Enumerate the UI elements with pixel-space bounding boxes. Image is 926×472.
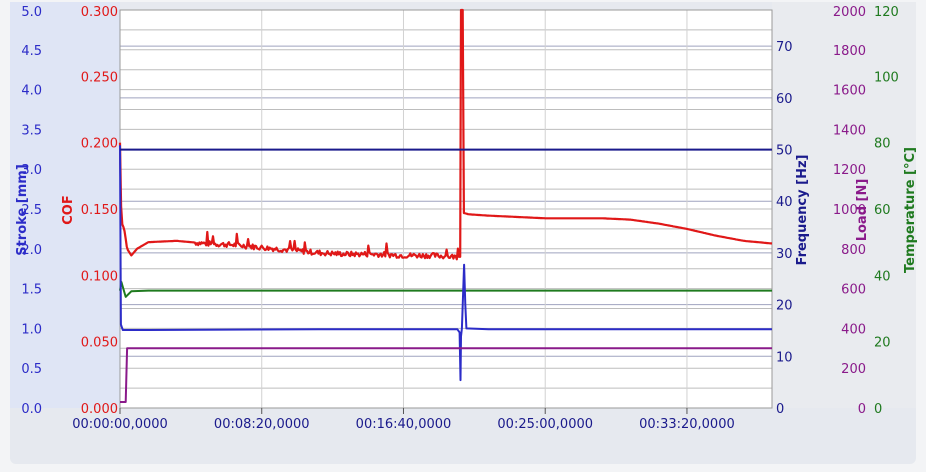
tick-label-cof: 0.150 bbox=[81, 203, 118, 218]
x-tick-label: 00:33:20,0000 bbox=[639, 417, 735, 432]
x-tick-label: 00:08:20,0000 bbox=[214, 417, 310, 432]
tick-label-cof: 0.300 bbox=[81, 5, 118, 20]
tick-label-stroke: 1.0 bbox=[21, 322, 42, 337]
axis-title-load: Load [N] bbox=[855, 179, 870, 242]
tick-label-temperature: 40 bbox=[874, 269, 891, 284]
tick-label-frequency: 70 bbox=[776, 40, 793, 55]
tick-label-stroke: 0.5 bbox=[21, 362, 42, 377]
tick-label-temperature: 120 bbox=[874, 5, 899, 20]
tick-label-load: 2000 bbox=[833, 5, 866, 20]
x-tick-label: 00:25:00,0000 bbox=[497, 417, 593, 432]
axis-title-stroke: Stroke [mm] bbox=[15, 164, 30, 256]
tick-label-cof: 0.100 bbox=[81, 269, 118, 284]
tick-label-load: 800 bbox=[841, 243, 866, 258]
tick-label-load: 1400 bbox=[833, 123, 866, 138]
tick-label-cof: 0.200 bbox=[81, 137, 118, 152]
tick-label-load: 400 bbox=[841, 322, 866, 337]
tick-label-stroke: 3.5 bbox=[21, 123, 42, 138]
tick-label-load: 600 bbox=[841, 283, 866, 298]
tick-label-stroke: 4.5 bbox=[21, 44, 42, 59]
x-tick-label: 00:00:00,0000 bbox=[72, 417, 168, 432]
axis-title-cof: COF bbox=[61, 195, 76, 224]
x-tick-label: 00:16:40,0000 bbox=[356, 417, 452, 432]
tick-label-frequency: 60 bbox=[776, 92, 793, 107]
tick-label-stroke: 5.0 bbox=[21, 5, 42, 20]
tick-label-stroke: 4.0 bbox=[21, 84, 42, 99]
tick-label-cof: 0.000 bbox=[81, 402, 118, 417]
multi-axis-line-chart: 0.00.51.01.52.02.53.03.54.04.55.00.0000.… bbox=[10, 2, 918, 464]
tick-label-temperature: 80 bbox=[874, 137, 891, 152]
tick-label-load: 1800 bbox=[833, 44, 866, 59]
tick-label-temperature: 100 bbox=[874, 70, 899, 85]
tick-label-load: 0 bbox=[858, 402, 866, 417]
tick-label-temperature: 60 bbox=[874, 203, 891, 218]
tick-label-load: 1200 bbox=[833, 163, 866, 178]
tick-label-stroke: 0.0 bbox=[21, 402, 42, 417]
tick-label-frequency: 20 bbox=[776, 299, 793, 314]
tick-label-load: 1600 bbox=[833, 84, 866, 99]
tick-label-frequency: 40 bbox=[776, 195, 793, 210]
tick-label-temperature: 20 bbox=[874, 336, 891, 351]
tick-label-cof: 0.250 bbox=[81, 70, 118, 85]
tick-label-temperature: 0 bbox=[874, 402, 882, 417]
tick-label-cof: 0.050 bbox=[81, 336, 118, 351]
tick-label-frequency: 0 bbox=[776, 402, 784, 417]
tick-label-frequency: 30 bbox=[776, 247, 793, 262]
chart-root: 0.0 0.5 1.0 1.5 2.0 2.5 3.0 3.5 4.0 4.5 5.0 0.000 0.… bbox=[0, 0, 926, 468]
tick-label-stroke: 1.5 bbox=[21, 283, 42, 298]
tick-label-frequency: 50 bbox=[776, 144, 793, 159]
axis-title-frequency: Frequency [Hz] bbox=[795, 155, 810, 266]
tick-label-frequency: 10 bbox=[776, 350, 793, 365]
tick-label-load: 200 bbox=[841, 362, 866, 377]
axis-title-temperature: Temperature [°C] bbox=[903, 147, 918, 273]
